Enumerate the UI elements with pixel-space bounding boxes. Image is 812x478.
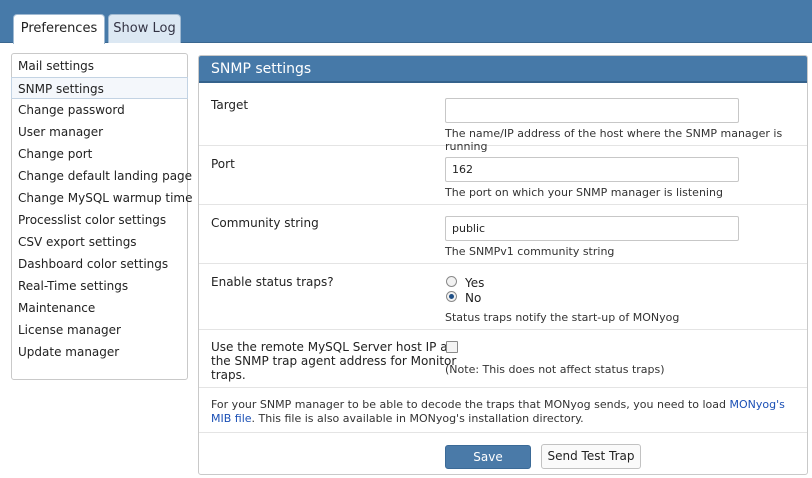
sidebar-item-change-mysql-warmup-time[interactable]: Change MySQL warmup time [12, 187, 193, 209]
divider [199, 432, 807, 433]
sidebar-item-license-manager[interactable]: License manager [12, 319, 187, 341]
status-traps-yes-radio[interactable] [446, 276, 457, 287]
sidebar-item-dashboard-color-settings[interactable]: Dashboard color settings [12, 253, 187, 275]
remote-host-label-line3: traps. [211, 368, 246, 382]
remote-host-note: (Note: This does not affect status traps… [445, 363, 665, 376]
sidebar-item-user-manager[interactable]: User manager [12, 121, 187, 143]
tab-show-log[interactable]: Show Log [108, 14, 181, 43]
save-button[interactable]: Save [445, 445, 531, 469]
port-row: Port 162 The port on which your SNMP man… [199, 146, 807, 205]
settings-sidebar: Mail settings SNMP settings Change passw… [11, 53, 193, 380]
panel-title: SNMP settings [199, 56, 807, 83]
community-string-label: Community string [211, 216, 319, 230]
sidebar-item-update-manager[interactable]: Update manager [12, 341, 187, 363]
remote-host-label-line1: Use the remote MySQL Server host IP as [211, 340, 454, 354]
status-traps-label: Enable status traps? [211, 275, 334, 289]
tab-preferences[interactable]: Preferences [13, 14, 105, 44]
status-traps-row: Enable status traps? Yes No Status traps… [199, 264, 807, 330]
target-row: Target The name/IP address of the host w… [199, 85, 807, 153]
mib-info-before-link: For your SNMP manager to be able to deco… [211, 398, 730, 411]
sidebar-item-change-password[interactable]: Change password [12, 99, 187, 121]
mib-info-after-link: . This file is also available in MONyog'… [251, 412, 584, 425]
sidebar-item-maintenance[interactable]: Maintenance [12, 297, 187, 319]
status-traps-help-text: Status traps notify the start-up of MONy… [445, 311, 680, 324]
status-traps-no-label[interactable]: No [465, 291, 481, 305]
status-traps-yes-label[interactable]: Yes [465, 276, 484, 290]
remote-host-row: Use the remote MySQL Server host IP as t… [199, 330, 807, 388]
remote-host-label-line2: the SNMP trap agent address for Monitor [211, 354, 457, 368]
mib-info-text: For your SNMP manager to be able to deco… [211, 398, 796, 426]
sidebar-item-mail-settings[interactable]: Mail settings [12, 55, 187, 77]
sidebar-item-real-time-settings[interactable]: Real-Time settings [12, 275, 187, 297]
community-string-input[interactable]: public [445, 216, 739, 241]
community-string-row: Community string public The SNMPv1 commu… [199, 205, 807, 264]
sidebar-item-change-port[interactable]: Change port [12, 143, 187, 165]
community-string-help-text: The SNMPv1 community string [445, 245, 615, 258]
send-test-trap-button[interactable]: Send Test Trap [541, 444, 641, 469]
target-input[interactable] [445, 98, 739, 123]
snmp-settings-panel: SNMP settings Target The name/IP address… [198, 55, 808, 475]
top-tab-bar: Preferences Show Log [0, 0, 812, 44]
port-help-text: The port on which your SNMP manager is l… [445, 186, 723, 199]
status-traps-no-radio[interactable] [446, 291, 457, 302]
sidebar-item-snmp-settings[interactable]: SNMP settings [11, 77, 188, 99]
port-input[interactable]: 162 [445, 157, 739, 182]
target-label: Target [211, 98, 249, 112]
remote-host-checkbox[interactable] [446, 341, 458, 353]
sidebar-item-change-default-landing-page[interactable]: Change default landing page [12, 165, 192, 187]
sidebar-item-csv-export-settings[interactable]: CSV export settings [12, 231, 187, 253]
port-label: Port [211, 157, 235, 171]
sidebar-item-processlist-color-settings[interactable]: Processlist color settings [12, 209, 187, 231]
